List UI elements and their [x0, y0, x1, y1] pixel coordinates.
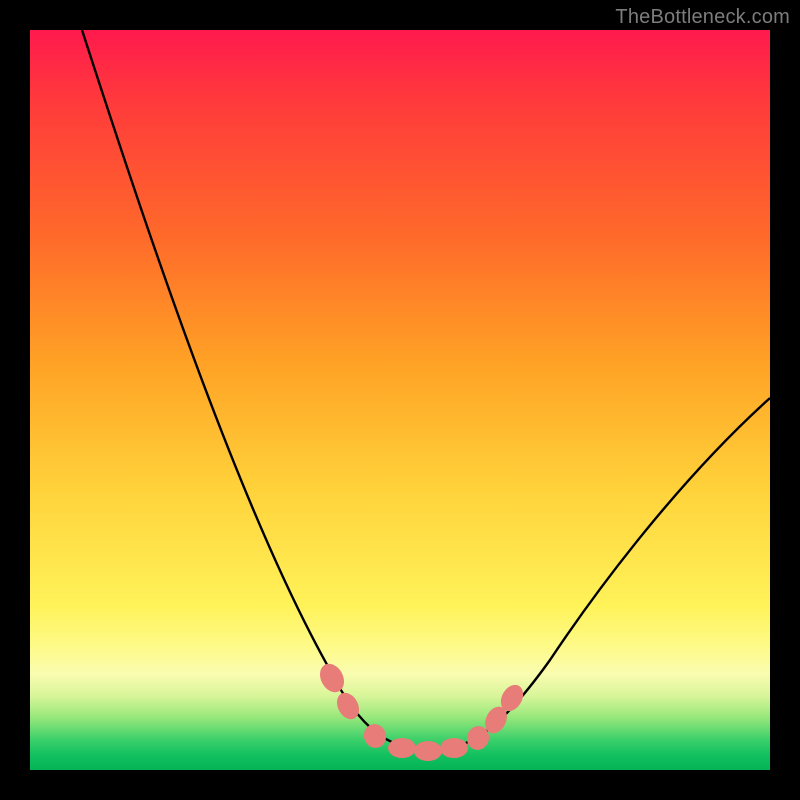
watermark-text: TheBottleneck.com [615, 6, 790, 29]
chart-frame: TheBottleneck.com [0, 0, 800, 800]
curve-layer [30, 30, 770, 770]
bottleneck-curve [82, 30, 770, 750]
plot-area [30, 30, 770, 770]
highlight-markers [315, 660, 527, 761]
